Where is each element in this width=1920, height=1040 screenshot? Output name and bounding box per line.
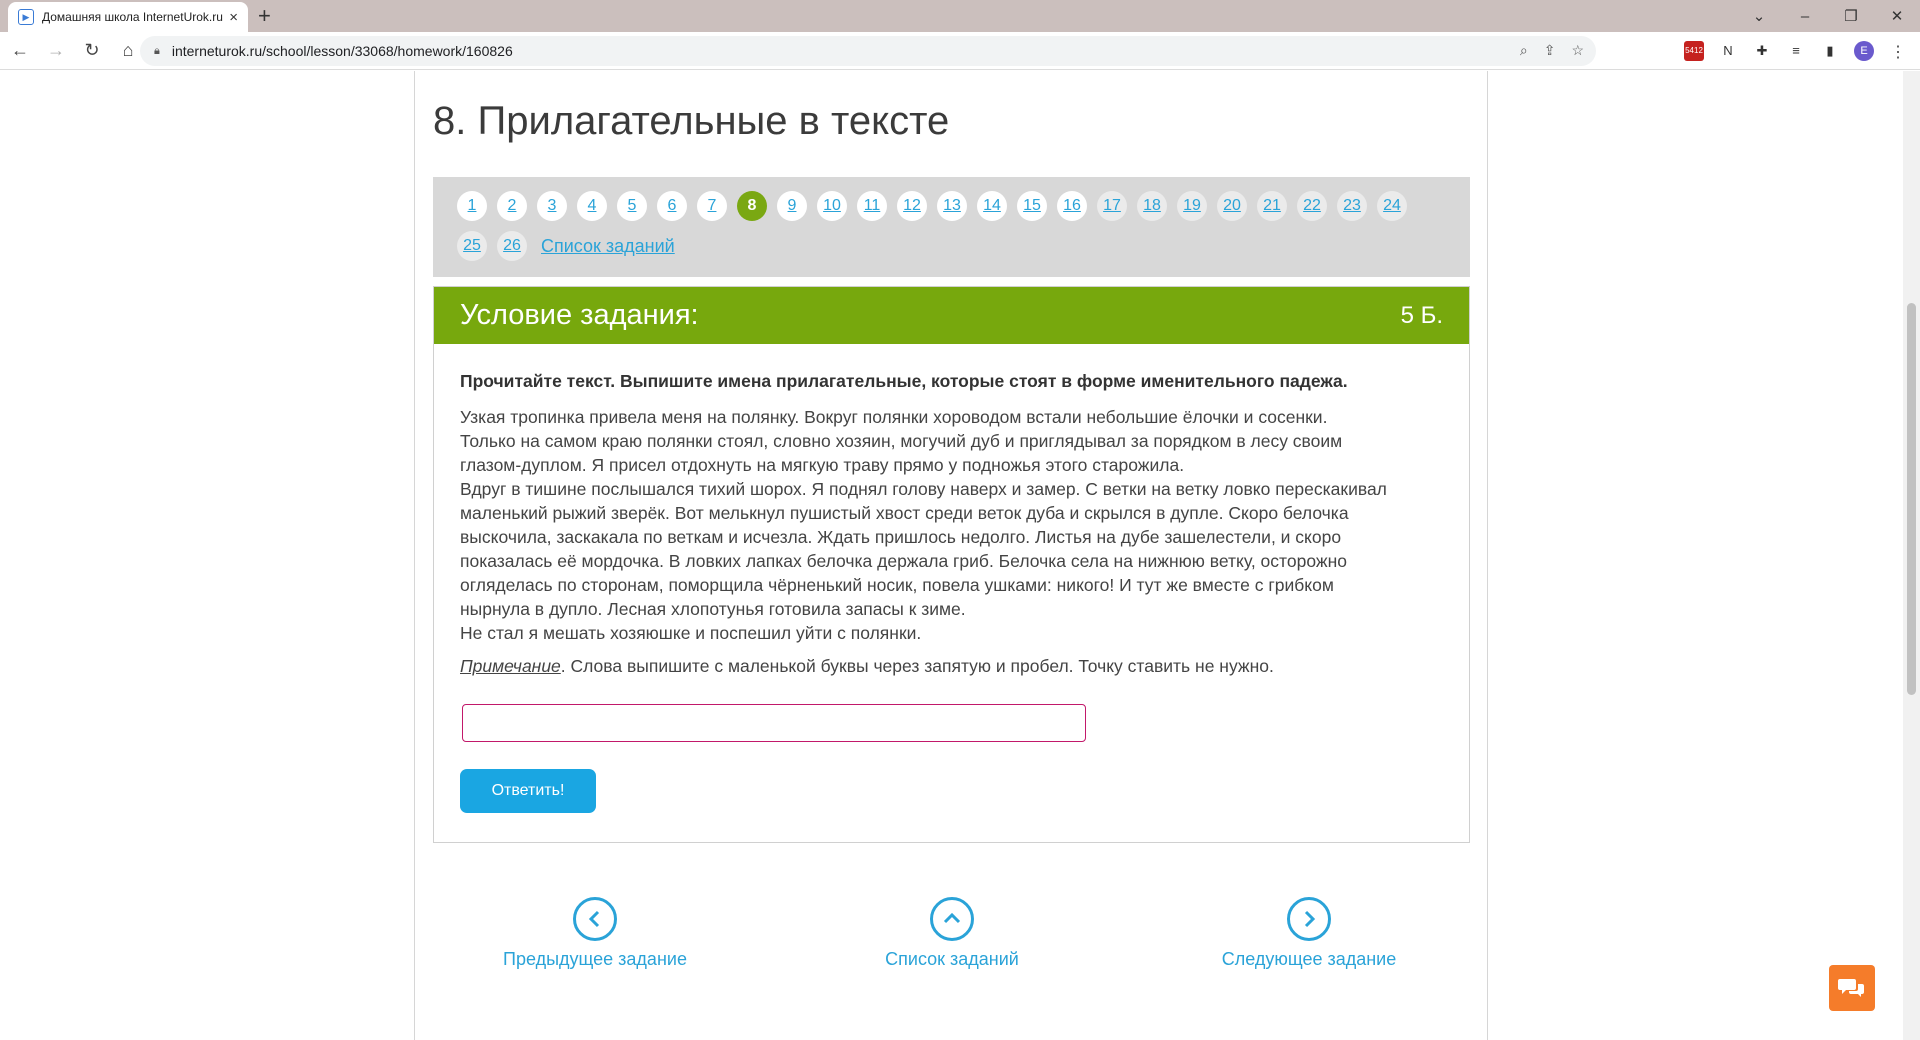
next-task-label[interactable]: Следующее задание: [1179, 949, 1439, 970]
task-text: Узкая тропинка привела меня на полянку. …: [460, 405, 1443, 645]
task-note: Примечание. Слова выпишите с маленькой б…: [460, 656, 1443, 677]
profile-avatar[interactable]: E: [1854, 41, 1874, 61]
notion-extension-icon[interactable]: N: [1718, 41, 1738, 61]
browser-tab-strip: ▶ Домашняя школа InternetUrok.ru × + ⌄ –…: [0, 0, 1920, 32]
new-tab-icon[interactable]: +: [258, 3, 271, 29]
chevron-left-icon[interactable]: [573, 897, 617, 941]
minimize-icon[interactable]: –: [1782, 8, 1828, 25]
address-bar[interactable]: 🔒︎ interneturok.ru/school/lesson/33068/h…: [140, 36, 1596, 66]
pager-item-22[interactable]: 22: [1297, 191, 1327, 221]
pager-item-10[interactable]: 10: [817, 191, 847, 221]
pager-item-23[interactable]: 23: [1337, 191, 1367, 221]
chat-bubbles-icon: [1838, 979, 1864, 997]
page-viewport: 8. Прилагательные в тексте 1 2 3 4 5 6 7 8 9 10 11…: [0, 71, 1903, 1040]
pager-item-9[interactable]: 9: [777, 191, 807, 221]
pager-item-2[interactable]: 2: [497, 191, 527, 221]
tab-close-icon[interactable]: ×: [229, 9, 238, 26]
chevron-right-icon[interactable]: [1287, 897, 1331, 941]
text-line: нырнула в дупло. Лесная хлопотунья готов…: [460, 599, 966, 619]
pager-item-14[interactable]: 14: [977, 191, 1007, 221]
chat-button[interactable]: [1829, 965, 1875, 1011]
zoom-icon[interactable]: ⌕: [1520, 42, 1528, 59]
text-line: огляделась по сторонам, поморщила чёрнен…: [460, 575, 1334, 595]
pager-item-17[interactable]: 17: [1097, 191, 1127, 221]
pager-item-8[interactable]: 8: [737, 191, 767, 221]
back-icon[interactable]: ←: [4, 40, 36, 61]
task-card: Условие задания: 5 Б. Прочитайте текст. …: [433, 286, 1470, 843]
lock-icon[interactable]: 🔒︎: [154, 45, 160, 58]
text-line: маленький рыжий зверёк. Вот мелькнул пуш…: [460, 503, 1349, 523]
pager-item-5[interactable]: 5: [617, 191, 647, 221]
task-body: Прочитайте текст. Выпишите имена прилага…: [434, 344, 1469, 813]
restore-icon[interactable]: ❐: [1828, 7, 1874, 25]
task-pager: 1 2 3 4 5 6 7 8 9 10 11 12 13 14 15 16 17 18 19 20 21 22 23 24 …: [433, 177, 1470, 277]
pager-item-1[interactable]: 1: [457, 191, 487, 221]
task-header-title: Условие задания:: [460, 299, 699, 331]
previous-task-label[interactable]: Предыдущее задание: [465, 949, 725, 970]
close-window-icon[interactable]: ✕: [1874, 7, 1920, 25]
reload-icon[interactable]: ↻: [76, 40, 108, 61]
pager-item-19[interactable]: 19: [1177, 191, 1207, 221]
next-task-link[interactable]: Следующее задание: [1179, 897, 1439, 970]
text-line: показалась её мордочка. В ловких лапках …: [460, 551, 1347, 571]
share-icon[interactable]: ⇪: [1544, 42, 1556, 59]
scrollbar-thumb[interactable]: [1907, 303, 1916, 695]
browser-menu-icon[interactable]: ⋮: [1890, 42, 1906, 62]
chevron-up-icon[interactable]: [930, 897, 974, 941]
browser-tab[interactable]: ▶ Домашняя школа InternetUrok.ru ×: [8, 2, 248, 32]
pager-item-21[interactable]: 21: [1257, 191, 1287, 221]
pager-item-18[interactable]: 18: [1137, 191, 1167, 221]
pager-item-15[interactable]: 15: [1017, 191, 1047, 221]
previous-task-link[interactable]: Предыдущее задание: [465, 897, 725, 970]
text-line: Не стал я мешать хозяюшке и поспешил уйт…: [460, 623, 922, 643]
task-header: Условие задания: 5 Б.: [434, 287, 1469, 344]
page-scrollbar[interactable]: [1903, 71, 1920, 1040]
pager-item-20[interactable]: 20: [1217, 191, 1247, 221]
pager-item-11[interactable]: 11: [857, 191, 887, 221]
note-text: . Слова выпишите с маленькой буквы через…: [560, 656, 1274, 676]
reading-list-icon[interactable]: ≡: [1786, 41, 1806, 61]
task-score: 5 Б.: [1400, 301, 1443, 329]
task-list-link[interactable]: Список заданий: [541, 236, 675, 257]
pager-item-13[interactable]: 13: [937, 191, 967, 221]
pager-item-6[interactable]: 6: [657, 191, 687, 221]
task-list-bottom-link[interactable]: Список заданий: [822, 897, 1082, 970]
tab-search-icon[interactable]: ⌄: [1736, 7, 1782, 25]
extensions-area: 5412 N ✚ ≡ ▮ E: [1684, 41, 1874, 61]
gmail-extension-icon[interactable]: 5412: [1684, 41, 1704, 61]
submit-answer-button[interactable]: Ответить!: [460, 769, 596, 813]
pager-row: 25 26 Список заданий: [457, 231, 675, 261]
tab-title: Домашняя школа InternetUrok.ru: [42, 10, 223, 24]
pager-item-25[interactable]: 25: [457, 231, 487, 261]
site-favicon-icon: ▶: [18, 9, 34, 25]
pager-item-26[interactable]: 26: [497, 231, 527, 261]
pager-row: 1 2 3 4 5 6 7 8 9 10 11 12 13 14 15 16 17 18 19 20 21 22 23 24: [457, 191, 1407, 221]
pager-item-4[interactable]: 4: [577, 191, 607, 221]
note-label: Примечание: [460, 656, 561, 676]
text-line: Узкая тропинка привела меня на полянку. …: [460, 407, 1328, 427]
window-controls: ⌄ – ❐ ✕: [1736, 0, 1920, 32]
puzzle-extensions-icon[interactable]: ✚: [1752, 41, 1772, 61]
forward-icon[interactable]: →: [40, 40, 72, 61]
text-line: глазом-дуплом. Я присел отдохнуть на мяг…: [460, 455, 1185, 475]
bookmark-star-icon[interactable]: ☆: [1571, 42, 1584, 59]
pager-item-12[interactable]: 12: [897, 191, 927, 221]
url-text[interactable]: interneturok.ru/school/lesson/33068/home…: [172, 43, 513, 59]
pager-item-7[interactable]: 7: [697, 191, 727, 221]
answer-input[interactable]: [462, 704, 1086, 742]
text-line: Только на самом краю полянки стоял, слов…: [460, 431, 1343, 451]
page-title: 8. Прилагательные в тексте: [433, 99, 950, 143]
task-list-bottom-label[interactable]: Список заданий: [822, 949, 1082, 970]
pager-item-24[interactable]: 24: [1377, 191, 1407, 221]
pager-item-3[interactable]: 3: [537, 191, 567, 221]
task-instruction: Прочитайте текст. Выпишите имена прилага…: [460, 371, 1348, 391]
pager-item-16[interactable]: 16: [1057, 191, 1087, 221]
text-line: Вдруг в тишине послышался тихий шорох. Я…: [460, 479, 1387, 499]
text-line: выскочила, заскакала по веткам и исчезла…: [460, 527, 1342, 547]
side-panel-icon[interactable]: ▮: [1820, 41, 1840, 61]
browser-toolbar: ← → ↻ ⌂ 🔒︎ interneturok.ru/school/lesson…: [0, 32, 1920, 70]
